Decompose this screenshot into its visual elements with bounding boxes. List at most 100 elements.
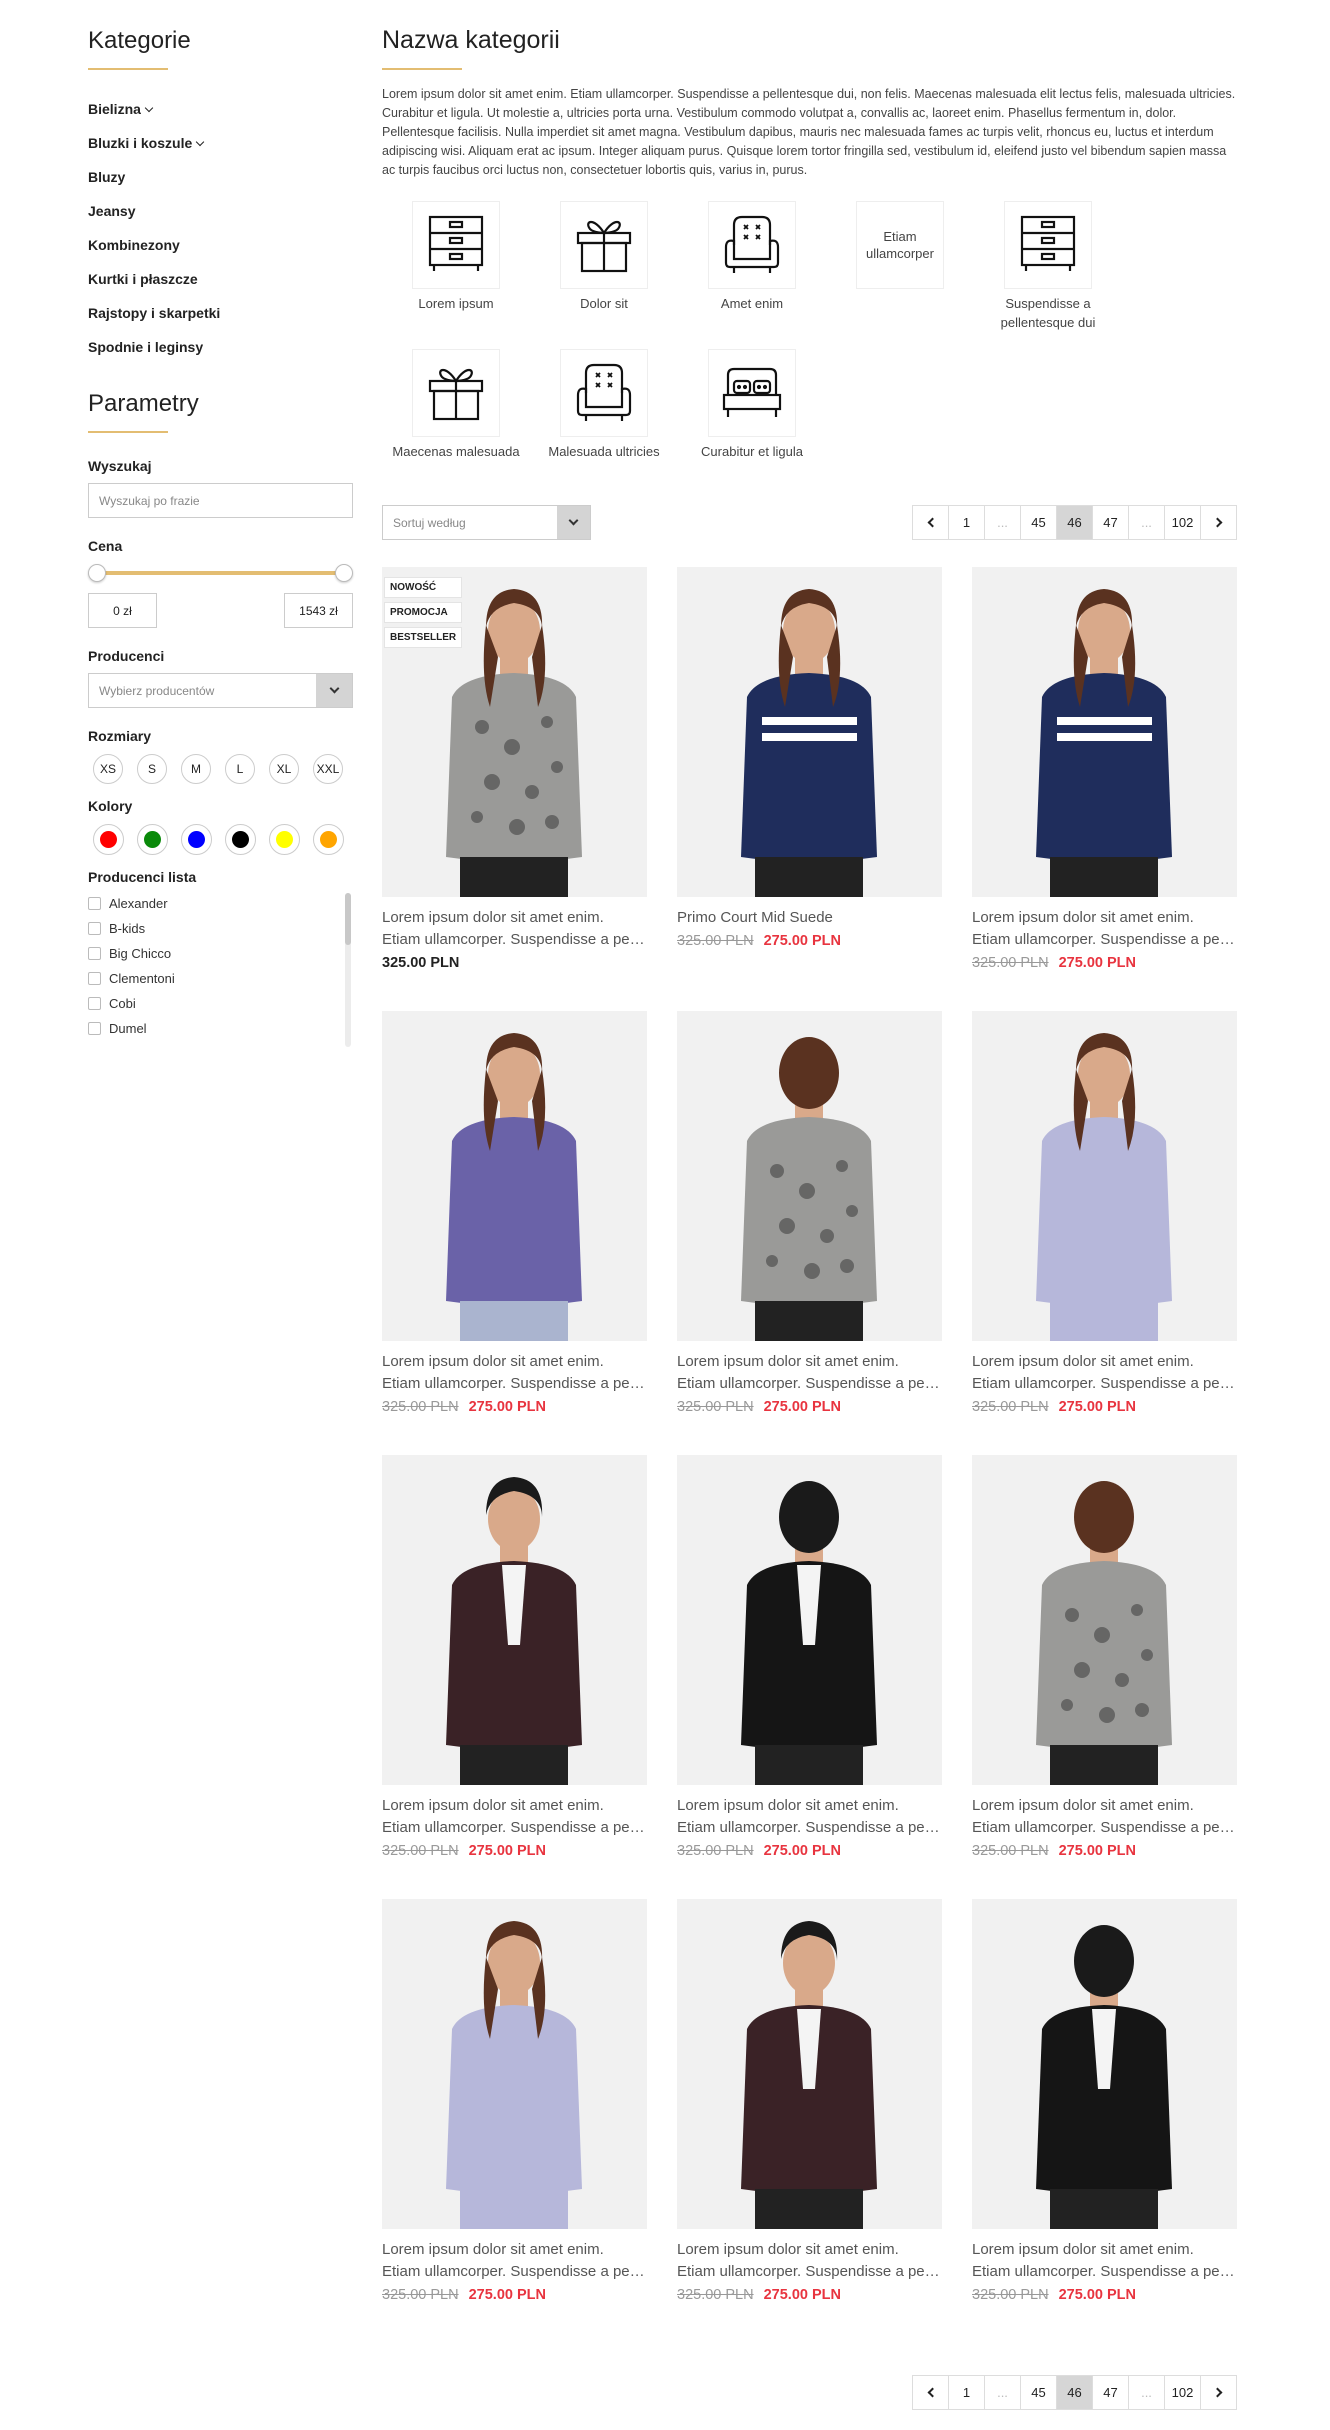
color-swatch[interactable] [93, 824, 124, 855]
producer-checkbox-item[interactable]: Dumel [88, 1016, 353, 1041]
product-image[interactable] [677, 1011, 942, 1341]
product-card[interactable]: Primo Court Mid Suede 325.00 PLN 275.00 PL… [677, 567, 942, 1011]
product-card[interactable]: Lorem ipsum dolor sit amet enim. Etiam ul… [382, 1455, 647, 1899]
pagination-page[interactable]: 46 [1056, 505, 1093, 540]
product-name[interactable]: Lorem ipsum dolor sit amet enim. Etiam ul… [382, 1351, 647, 1395]
product-image[interactable] [972, 1455, 1237, 1785]
pagination-page[interactable]: 45 [1020, 505, 1057, 540]
product-card[interactable]: Lorem ipsum dolor sit amet enim. Etiam ul… [677, 1455, 942, 1899]
pagination-prev-button[interactable] [912, 505, 949, 540]
product-name[interactable]: Primo Court Mid Suede [677, 907, 942, 929]
subcategory-tile[interactable]: Amet enim [678, 201, 826, 349]
price-min-handle[interactable] [88, 564, 106, 582]
price-min-input[interactable]: 0 zł [88, 593, 157, 628]
pagination-next-button[interactable] [1200, 2375, 1237, 2410]
product-card[interactable]: Lorem ipsum dolor sit amet enim. Etiam ul… [972, 1011, 1237, 1455]
pagination-page[interactable]: 1 [948, 2375, 985, 2410]
category-item[interactable]: Bielizna [88, 92, 353, 126]
sort-select[interactable]: Sortuj według [382, 505, 591, 540]
subcategory-image[interactable]: Etiam ullamcorper [856, 201, 944, 289]
pagination-page[interactable]: 45 [1020, 2375, 1057, 2410]
product-name[interactable]: Lorem ipsum dolor sit amet enim. Etiam ul… [677, 1795, 942, 1839]
subcategory-tile[interactable]: Suspendisse a pellentesque dui [974, 201, 1122, 349]
color-swatch[interactable] [137, 824, 168, 855]
subcategory-image[interactable] [708, 349, 796, 437]
pagination-page[interactable]: 102 [1164, 505, 1201, 540]
product-name[interactable]: Lorem ipsum dolor sit amet enim. Etiam ul… [677, 2239, 942, 2283]
pagination-page[interactable]: 47 [1092, 505, 1129, 540]
product-name[interactable]: Lorem ipsum dolor sit amet enim. Etiam ul… [972, 1351, 1237, 1395]
chevron-down-icon[interactable] [144, 103, 154, 112]
product-image[interactable] [382, 1899, 647, 2229]
subcategory-tile[interactable]: Malesuada ultricies [530, 349, 678, 497]
category-item[interactable]: Kombinezony [88, 228, 353, 262]
product-image[interactable] [677, 567, 942, 897]
subcategory-image[interactable] [708, 201, 796, 289]
category-item[interactable]: Rajstopy i skarpetki [88, 296, 353, 330]
size-option-xs[interactable]: XS [93, 754, 123, 784]
pagination-page[interactable]: 1 [948, 505, 985, 540]
pagination-page[interactable]: 102 [1164, 2375, 1201, 2410]
product-name[interactable]: Lorem ipsum dolor sit amet enim. Etiam ul… [972, 907, 1237, 951]
category-item[interactable]: Jeansy [88, 194, 353, 228]
producer-checkbox-item[interactable]: B-kids [88, 916, 353, 941]
color-swatch[interactable] [225, 824, 256, 855]
product-image[interactable] [677, 1455, 942, 1785]
producer-checkbox-item[interactable]: Big Chicco [88, 941, 353, 966]
producer-list-scrollbar[interactable] [345, 893, 351, 1047]
color-swatch[interactable] [269, 824, 300, 855]
subcategory-image[interactable] [412, 201, 500, 289]
checkbox[interactable] [88, 897, 101, 910]
product-name[interactable]: Lorem ipsum dolor sit amet enim. Etiam ul… [382, 1795, 647, 1839]
subcategory-tile[interactable]: Dolor sit [530, 201, 678, 349]
subcategory-tile[interactable]: Curabitur et ligula [678, 349, 826, 497]
category-item[interactable]: Bluzki i koszule [88, 126, 353, 160]
product-card[interactable]: NOWOŚĆ PROMOCJA BESTSELLER Lorem ipsum dolo… [382, 567, 647, 1011]
scrollbar-thumb[interactable] [345, 893, 351, 945]
price-max-input[interactable]: 1543 zł [284, 593, 353, 628]
product-name[interactable]: Lorem ipsum dolor sit amet enim. Etiam ul… [677, 1351, 942, 1395]
size-option-xxl[interactable]: XXL [313, 754, 343, 784]
category-item[interactable]: Kurtki i płaszcze [88, 262, 353, 296]
product-name[interactable]: Lorem ipsum dolor sit amet enim. Etiam ul… [382, 2239, 647, 2283]
price-slider[interactable] [88, 562, 353, 584]
product-card[interactable]: Lorem ipsum dolor sit amet enim. Etiam ul… [677, 1011, 942, 1455]
product-card[interactable]: Lorem ipsum dolor sit amet enim. Etiam ul… [382, 1899, 647, 2343]
dropdown-button[interactable] [557, 506, 590, 539]
subcategory-tile[interactable]: Etiam ullamcorper [826, 201, 974, 349]
product-name[interactable]: Lorem ipsum dolor sit amet enim. Etiam ul… [382, 907, 647, 951]
pagination-page[interactable]: 46 [1056, 2375, 1093, 2410]
product-image[interactable] [972, 1011, 1237, 1341]
category-item[interactable]: Spodnie i leginsy [88, 330, 353, 364]
size-option-s[interactable]: S [137, 754, 167, 784]
product-card[interactable]: Lorem ipsum dolor sit amet enim. Etiam ul… [972, 567, 1237, 1011]
price-max-handle[interactable] [335, 564, 353, 582]
product-image[interactable] [677, 1899, 942, 2229]
category-item[interactable]: Bluzy [88, 160, 353, 194]
producers-select[interactable]: Wybierz producentów [88, 673, 353, 708]
product-card[interactable]: Lorem ipsum dolor sit amet enim. Etiam ul… [972, 1899, 1237, 2343]
product-image[interactable] [972, 567, 1237, 897]
product-image[interactable] [972, 1899, 1237, 2229]
product-image[interactable] [382, 1455, 647, 1785]
producer-checkbox-item[interactable]: Alexander [88, 891, 353, 916]
product-image[interactable] [382, 1011, 647, 1341]
chevron-down-icon[interactable] [196, 137, 205, 146]
subcategory-tile[interactable]: Lorem ipsum [382, 201, 530, 349]
checkbox[interactable] [88, 972, 101, 985]
subcategory-image[interactable] [412, 349, 500, 437]
checkbox[interactable] [88, 922, 101, 935]
color-swatch[interactable] [313, 824, 344, 855]
size-option-l[interactable]: L [225, 754, 255, 784]
size-option-m[interactable]: M [181, 754, 211, 784]
pagination-next-button[interactable] [1200, 505, 1237, 540]
subcategory-image[interactable] [560, 349, 648, 437]
checkbox[interactable] [88, 1022, 101, 1035]
producer-checkbox-item[interactable]: Cobi [88, 991, 353, 1016]
search-input[interactable]: Wyszukaj po frazie [88, 483, 353, 518]
subcategory-tile[interactable]: Maecenas malesuada [382, 349, 530, 497]
color-swatch[interactable] [181, 824, 212, 855]
product-card[interactable]: Lorem ipsum dolor sit amet enim. Etiam ul… [382, 1011, 647, 1455]
producer-checkbox-item[interactable]: Clementoni [88, 966, 353, 991]
subcategory-image[interactable] [560, 201, 648, 289]
